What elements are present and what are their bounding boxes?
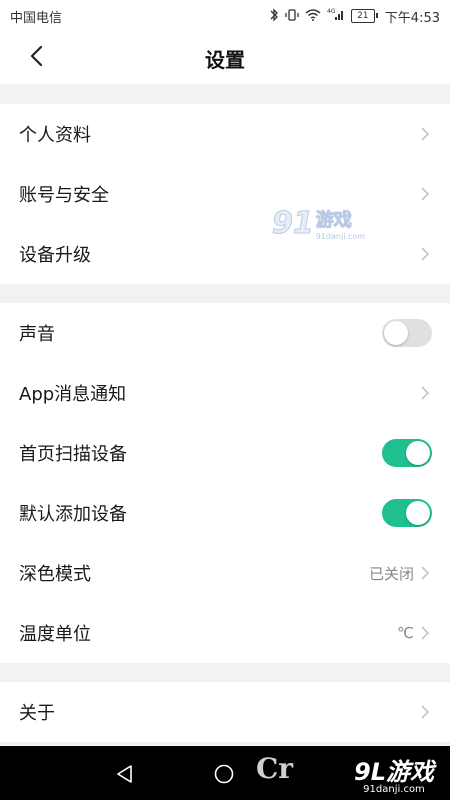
row-label: 设备升级	[19, 245, 91, 266]
app-header: 设置	[0, 32, 450, 84]
settings-group-about: 关于	[0, 682, 450, 742]
clock: 下午4:53	[384, 10, 440, 26]
chevron-right-icon	[421, 187, 430, 201]
svg-text:4G: 4G	[327, 8, 336, 15]
row-label: 默认添加设备	[19, 504, 127, 525]
row-label: 声音	[19, 324, 55, 345]
chevron-right-icon	[421, 705, 430, 719]
bluetooth-icon	[269, 7, 279, 25]
settings-row-home-scan[interactable]: 首页扫描设备	[0, 423, 450, 483]
settings-row-app-notifications[interactable]: App消息通知	[0, 363, 450, 423]
toggle-knob	[406, 441, 430, 465]
row-label: 个人资料	[19, 125, 91, 146]
wifi-icon	[305, 8, 321, 24]
temperature-unit-value: ℃	[397, 624, 414, 642]
chevron-right-icon	[421, 247, 430, 261]
sound-toggle[interactable]	[382, 319, 432, 347]
back-button[interactable]	[22, 44, 50, 72]
brand-url: 91danji.com	[363, 783, 425, 795]
settings-row-temperature-unit[interactable]: 温度单位 ℃	[0, 603, 450, 663]
watermark-url: 91danji.com	[315, 232, 366, 241]
row-label: 首页扫描设备	[19, 444, 127, 465]
watermark-number: 91	[272, 206, 315, 242]
settings-row-about[interactable]: 关于	[0, 682, 450, 742]
row-right: 已关闭	[369, 563, 432, 584]
row-right	[418, 247, 432, 261]
settings-group-account: 个人资料 账号与安全 设备升级	[0, 104, 450, 284]
settings-row-default-add[interactable]: 默认添加设备	[0, 483, 450, 543]
settings-row-dark-mode[interactable]: 深色模式 已关闭	[0, 543, 450, 603]
back-arrow-icon	[29, 45, 43, 71]
battery-icon: 21	[350, 9, 378, 23]
row-label: 关于	[19, 703, 55, 724]
watermark-name: 游戏	[315, 210, 352, 232]
status-icons: 4G 21 下午4:53	[269, 7, 440, 26]
row-right	[418, 705, 432, 719]
row-label: 账号与安全	[19, 185, 109, 206]
settings-row-device-upgrade[interactable]: 设备升级	[0, 224, 450, 284]
watermark-logo: 91 游戏 91danji.com	[272, 206, 366, 242]
row-right	[418, 386, 432, 400]
row-right	[418, 127, 432, 141]
watermark-text: 游戏 91danji.com	[315, 206, 366, 242]
page-title: 设置	[205, 47, 245, 72]
row-label: 深色模式	[19, 564, 91, 585]
nav-home-icon[interactable]	[214, 764, 234, 788]
default-add-toggle[interactable]	[382, 499, 432, 527]
status-bar: 中国电信 4G 21 下午4:53	[0, 0, 450, 32]
settings-row-profile[interactable]: 个人资料	[0, 104, 450, 164]
brand-logo-text: 9L游戏	[354, 757, 434, 786]
system-nav-bar: Cr 9L游戏 91danji.com	[0, 746, 450, 800]
settings-group-preferences: 声音 App消息通知 首页扫描设备 默认添加设备 深色模式 已关闭 温度单位 ℃	[0, 303, 450, 663]
brand-corner: 9L游戏 91danji.com	[250, 746, 450, 800]
settings-row-sound[interactable]: 声音	[0, 303, 450, 363]
brand-logo: 9L游戏 91danji.com	[354, 752, 434, 795]
toggle-knob	[384, 321, 408, 345]
settings-row-account-security[interactable]: 账号与安全	[0, 164, 450, 224]
signal-icon: 4G	[327, 8, 345, 24]
row-label: 温度单位	[19, 624, 91, 645]
vibrate-icon	[285, 8, 299, 25]
nav-back-icon[interactable]	[115, 764, 135, 788]
toggle-knob	[406, 501, 430, 525]
row-label: App消息通知	[19, 384, 127, 405]
home-scan-toggle[interactable]	[382, 439, 432, 467]
carrier-label: 中国电信	[10, 10, 63, 26]
chevron-right-icon	[421, 566, 430, 580]
chevron-right-icon	[421, 626, 430, 640]
chevron-right-icon	[421, 386, 430, 400]
row-right	[418, 187, 432, 201]
row-right: ℃	[397, 624, 432, 642]
chevron-right-icon	[421, 127, 430, 141]
dark-mode-value: 已关闭	[368, 564, 414, 583]
